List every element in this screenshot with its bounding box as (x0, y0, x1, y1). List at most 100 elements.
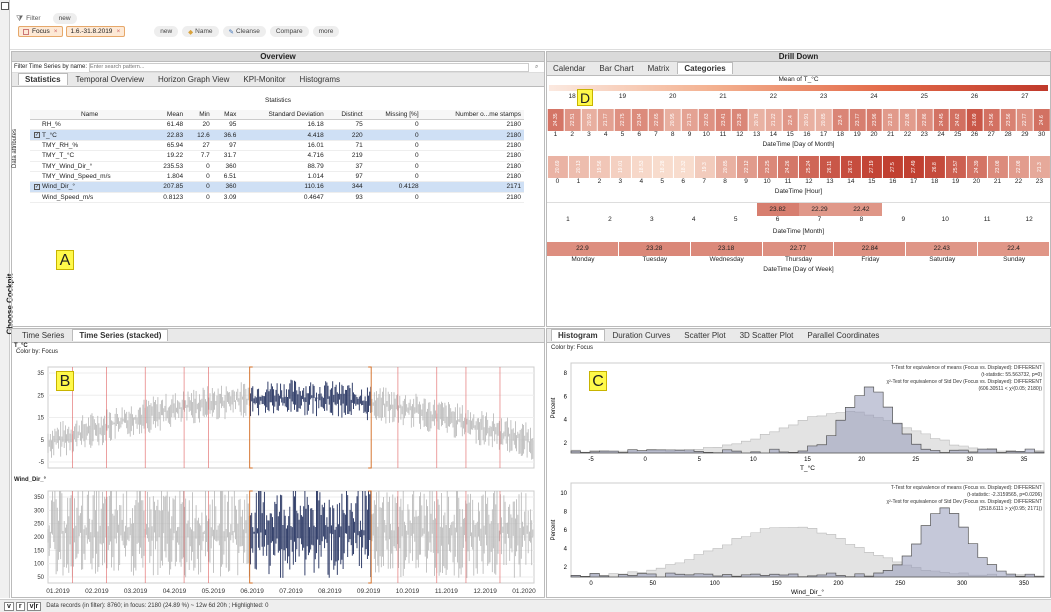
month-cell[interactable] (882, 203, 924, 216)
tab-duration-curves[interactable]: Duration Curves (607, 330, 677, 341)
table-row[interactable]: ✓ T_°C 22.83 12.6 36.6 4.418 220 0 2180 (30, 129, 524, 141)
day-heat-item[interactable]: 24.56 (982, 109, 1000, 131)
month-cell[interactable] (1008, 203, 1050, 216)
hour-heat-item[interactable]: 20.85 (714, 156, 736, 178)
hour-heat-item[interactable]: 26.8 (924, 156, 946, 178)
tab-3d-scatter-plot[interactable]: 3D Scatter Plot (734, 330, 800, 341)
temperature-timeseries-chart[interactable]: 35 25 15 5 -5 (12, 361, 544, 476)
day-heat-item[interactable]: 22.63 (697, 109, 715, 131)
wind-dir-timeseries-chart[interactable]: 350 300 250 200 150 100 50 01.2019 02.2019 03.201… (12, 485, 544, 597)
day-heat-item[interactable]: 24.6 (1033, 109, 1050, 131)
column-header[interactable]: Mean (149, 110, 187, 120)
hour-heat-item[interactable]: 26.11 (819, 156, 841, 178)
row-name-cell[interactable]: TMY_RH_% (30, 140, 150, 152)
wd-heat-item[interactable]: 22.9 (547, 242, 619, 256)
tab-horizon-graph-view[interactable]: Horizon Graph View (152, 74, 235, 85)
hour-heat-item[interactable]: 27.5 (882, 156, 904, 178)
table-row[interactable]: ✓ Wind_Dir_° 207.85 0 360 110.16 344 0.4128 2171 (30, 181, 524, 193)
row-name-cell[interactable]: TMY_T_°C (30, 150, 150, 162)
tab-parallel-coordinates[interactable]: Parallel Coordinates (801, 330, 885, 341)
status-btn-vr[interactable]: v|r (26, 601, 42, 611)
month-cell[interactable] (673, 203, 715, 216)
month-cell[interactable]: 22.29 (798, 203, 841, 216)
status-btn-r[interactable]: r (15, 601, 25, 611)
tab-time-series[interactable]: Time Series (16, 330, 70, 341)
day-heat-item[interactable]: 22.65 (647, 109, 665, 131)
table-row[interactable]: RH_% 61.48 20 95 16.18 75 0 2180 (30, 119, 524, 131)
row-name-cell[interactable]: TMY_Wind_Speed_m/s (30, 171, 150, 183)
action-new[interactable]: new (154, 26, 179, 37)
close-icon[interactable]: × (116, 28, 120, 35)
hour-heat-item[interactable]: 27.19 (861, 156, 883, 178)
day-heat-item[interactable]: 22.51 (563, 109, 581, 131)
column-header[interactable]: Missing [%] (365, 110, 422, 120)
tab-matrix[interactable]: Matrix (642, 63, 676, 74)
day-heat-item[interactable]: 22.75 (614, 109, 631, 131)
column-header[interactable]: Max (212, 110, 240, 120)
wd-heat-item[interactable]: 22.84 (834, 242, 907, 256)
wd-heat-item[interactable]: 22.4 (978, 242, 1050, 256)
close-icon[interactable]: × (54, 28, 58, 35)
column-header[interactable]: Standard Deviation (239, 110, 327, 120)
hour-heat-item[interactable]: 19.3 (693, 156, 715, 178)
day-heat-item[interactable]: 23.77 (848, 109, 866, 131)
column-header[interactable]: Min (186, 110, 213, 120)
hour-heat-item[interactable]: 18.53 (630, 156, 652, 178)
hour-heat-item[interactable]: 22.08 (1007, 156, 1029, 178)
hour-heat-item[interactable]: 23.08 (987, 156, 1008, 178)
day-heat-item[interactable]: 21.73 (681, 109, 698, 131)
day-heat-item[interactable]: 24.45 (932, 109, 950, 131)
tab-calendar[interactable]: Calendar (547, 63, 591, 74)
day-heat-item[interactable]: 23.4 (832, 109, 849, 131)
day-heat-item[interactable]: 22.77 (1016, 109, 1034, 131)
action-cleanse[interactable]: ✎ Cleanse (222, 26, 266, 37)
search-icon[interactable]: ⌕ (535, 64, 538, 71)
day-heat-item[interactable]: 20.78 (748, 109, 765, 131)
day-heat-item[interactable]: 21.22 (764, 109, 782, 131)
month-cell[interactable] (715, 203, 757, 216)
row-name-cell[interactable]: ✓ Wind_Dir_° (30, 181, 150, 193)
column-header[interactable]: Number o...me stamps (421, 110, 524, 120)
hour-heat-item[interactable]: 18.28 (651, 156, 673, 178)
tab-histograms[interactable]: Histograms (294, 74, 346, 85)
day-heat-item[interactable]: 23.04 (630, 109, 648, 131)
tab-histogram[interactable]: Histogram (551, 329, 605, 341)
day-heat-item[interactable]: 24.35 (547, 109, 564, 131)
tab-kpi-monitor[interactable]: KPI-Monitor (237, 74, 291, 85)
action-name[interactable]: ◆ Name (182, 26, 219, 37)
day-heat-item[interactable]: 23.96 (865, 109, 883, 131)
action-compare[interactable]: Compare (269, 26, 309, 37)
day-heat-item[interactable]: 26.09 (966, 109, 983, 131)
row-name-cell[interactable]: Wind_Speed_m/s (30, 192, 150, 204)
action-more[interactable]: more (312, 26, 340, 37)
row-checkbox[interactable]: ✓ (34, 131, 40, 138)
hour-heat-item[interactable]: 23.25 (756, 156, 778, 178)
month-cell[interactable] (589, 203, 631, 216)
hour-heat-item[interactable]: 19.56 (588, 156, 610, 178)
row-checkbox[interactable]: ✓ (34, 183, 40, 190)
date-range-chip[interactable]: 1.6.-31.8.2019 × (65, 26, 126, 37)
tab-bar-chart[interactable]: Bar Chart (593, 63, 639, 74)
hour-heat-item[interactable]: 25.57 (945, 156, 967, 178)
hour-heat-item[interactable]: 19.01 (609, 156, 631, 178)
wd-heat-item[interactable]: 23.18 (690, 242, 763, 256)
column-header[interactable]: Distinct (326, 110, 366, 120)
day-heat-item[interactable]: 23.56 (999, 109, 1017, 131)
day-heat-item[interactable]: 23.28 (731, 109, 749, 131)
wd-heat-item[interactable]: 22.43 (906, 242, 979, 256)
day-heat-item[interactable]: 22.18 (882, 109, 900, 131)
temperature-histogram[interactable]: Percent 8 6 4 2 -5 0 5 10 15 20 25 30 35 T_°C T-Test fo… (547, 355, 1050, 473)
panel-toggle-icon[interactable] (1, 2, 9, 10)
wd-heat-item[interactable]: 23.28 (618, 242, 691, 256)
search-input[interactable] (89, 62, 530, 72)
table-row[interactable]: TMY_Wind_Dir_° 235.53 0 360 88.79 37 0 2180 (30, 161, 524, 172)
tab-statistics[interactable]: Statistics (18, 73, 68, 85)
day-heat-item[interactable]: 23.41 (714, 109, 732, 131)
tab-temporal-overview[interactable]: Temporal Overview (70, 74, 150, 85)
wd-heat-item[interactable]: 22.77 (762, 242, 835, 256)
day-heat-item[interactable]: 22.86 (915, 109, 933, 131)
hour-heat-item[interactable]: 20.69 (547, 156, 568, 178)
day-heat-item[interactable]: 20.85 (815, 109, 833, 131)
focus-chip[interactable]: Focus × (18, 26, 63, 37)
table-row[interactable]: TMY_T_°C 19.22 7.7 31.7 4.716 219 0 2180 (30, 150, 524, 162)
